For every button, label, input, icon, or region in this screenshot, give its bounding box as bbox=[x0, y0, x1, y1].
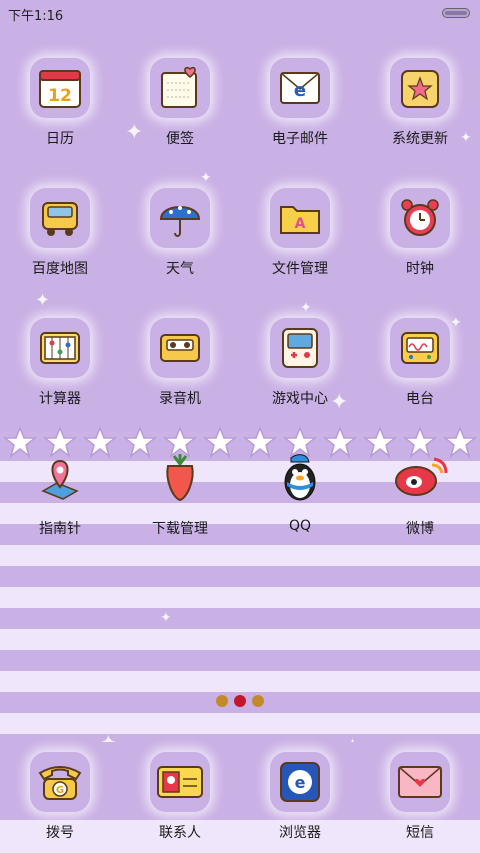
abacus-icon bbox=[30, 318, 90, 378]
app-baidu-map[interactable]: 百度地图 bbox=[0, 188, 120, 278]
carrot-icon bbox=[150, 448, 210, 508]
app-label: 时钟 bbox=[406, 261, 434, 277]
app-system-update[interactable]: 系统更新 bbox=[360, 58, 480, 148]
email-icon: e bbox=[270, 58, 330, 118]
page-indicator[interactable] bbox=[0, 695, 480, 707]
app-weather[interactable]: 天气 bbox=[120, 188, 240, 278]
app-weibo[interactable]: 微博 bbox=[360, 448, 480, 538]
svg-text:G: G bbox=[56, 785, 64, 796]
notepad-icon bbox=[150, 58, 210, 118]
app-label: 电子邮件 bbox=[272, 131, 328, 147]
app-contacts[interactable]: 联系人 bbox=[120, 752, 240, 842]
app-notes[interactable]: 便签 bbox=[120, 58, 240, 148]
app-radio[interactable]: 电台 bbox=[360, 318, 480, 408]
app-label: 日历 bbox=[46, 131, 74, 147]
app-label: 电台 bbox=[406, 391, 434, 407]
app-row: 计算器 录音机 游戏中心 电台 bbox=[0, 318, 480, 408]
app-file-manager[interactable]: A 文件管理 bbox=[240, 188, 360, 278]
svg-text:e: e bbox=[294, 80, 306, 101]
svg-text:12: 12 bbox=[48, 86, 72, 106]
app-row: 指南针 下载管理 QQ 微博 bbox=[0, 448, 480, 538]
app-label: 计算器 bbox=[39, 391, 81, 407]
app-row: 百度地图 天气 A 文件管理 时钟 bbox=[0, 188, 480, 278]
app-label: 联系人 bbox=[159, 825, 201, 841]
telephone-icon: G bbox=[30, 752, 90, 812]
gamepad-icon bbox=[270, 318, 330, 378]
app-label: 短信 bbox=[406, 825, 434, 841]
svg-text:A: A bbox=[295, 216, 306, 232]
status-bar: 下午1:16 bbox=[0, 0, 480, 26]
app-label: 文件管理 bbox=[272, 261, 328, 277]
calendar-icon: 12 bbox=[30, 58, 90, 118]
app-recorder[interactable]: 录音机 bbox=[120, 318, 240, 408]
svg-text:e: e bbox=[295, 773, 306, 792]
app-label: 下载管理 bbox=[152, 521, 208, 537]
weibo-icon bbox=[390, 448, 450, 508]
app-calculator[interactable]: 计算器 bbox=[0, 318, 120, 408]
contact-card-icon bbox=[150, 752, 210, 812]
app-label: QQ bbox=[288, 518, 312, 534]
app-label: 游戏中心 bbox=[272, 391, 328, 407]
app-compass[interactable]: 指南针 bbox=[0, 448, 120, 538]
status-time: 下午1:16 bbox=[8, 9, 64, 24]
system-update-icon bbox=[390, 58, 450, 118]
app-qq[interactable]: QQ bbox=[240, 448, 360, 538]
folder-icon: A bbox=[270, 188, 330, 248]
app-clock[interactable]: 时钟 bbox=[360, 188, 480, 278]
app-label: 便签 bbox=[166, 131, 194, 147]
page-dot-active[interactable] bbox=[234, 695, 246, 707]
page-dot[interactable] bbox=[216, 695, 228, 707]
app-label: 录音机 bbox=[159, 391, 201, 407]
dock: G 拨号 联系人 e 浏览器 短信 bbox=[0, 752, 480, 842]
app-messages[interactable]: 短信 bbox=[360, 752, 480, 842]
app-email[interactable]: e 电子邮件 bbox=[240, 58, 360, 148]
app-label: 浏览器 bbox=[279, 825, 321, 841]
alarm-clock-icon bbox=[390, 188, 450, 248]
radio-icon bbox=[390, 318, 450, 378]
app-label: 天气 bbox=[166, 261, 194, 277]
battery-icon bbox=[442, 8, 470, 18]
app-game-center[interactable]: 游戏中心 bbox=[240, 318, 360, 408]
page-dot[interactable] bbox=[252, 695, 264, 707]
app-label: 百度地图 bbox=[32, 261, 88, 277]
bus-map-icon bbox=[30, 188, 90, 248]
app-row: 12 日历 便签 e 电子邮件 系统更新 bbox=[0, 58, 480, 148]
app-dialer[interactable]: G 拨号 bbox=[0, 752, 120, 842]
umbrella-icon bbox=[150, 188, 210, 248]
app-label: 指南针 bbox=[39, 521, 81, 537]
map-pin-icon bbox=[30, 448, 90, 508]
browser-icon: e bbox=[270, 752, 330, 812]
app-download-manager[interactable]: 下载管理 bbox=[120, 448, 240, 538]
penguin-icon bbox=[270, 448, 330, 508]
envelope-icon bbox=[390, 752, 450, 812]
app-calendar[interactable]: 12 日历 bbox=[0, 58, 120, 148]
app-label: 微博 bbox=[406, 521, 434, 537]
app-label: 拨号 bbox=[46, 825, 74, 841]
app-browser[interactable]: e 浏览器 bbox=[240, 752, 360, 842]
app-label: 系统更新 bbox=[392, 131, 448, 147]
cassette-icon bbox=[150, 318, 210, 378]
